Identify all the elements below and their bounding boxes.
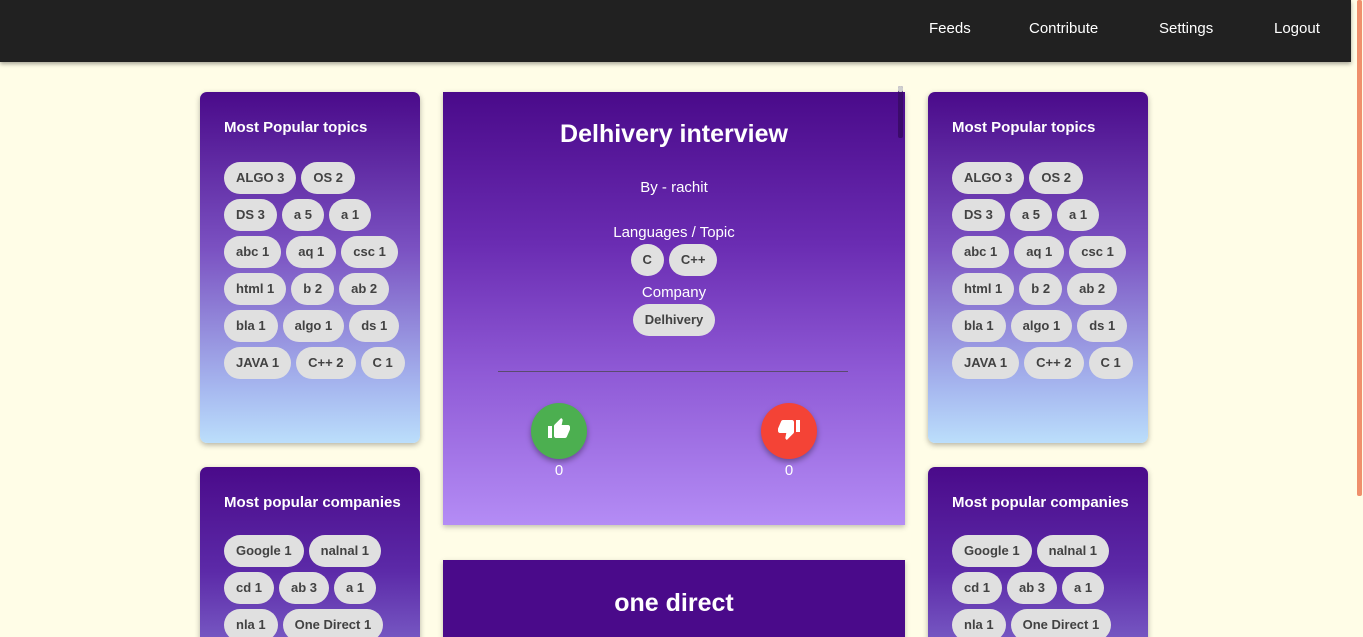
nav-feeds-link[interactable]: Feeds	[929, 20, 971, 37]
company-chip[interactable]: nla 1	[224, 609, 278, 637]
topic-chip[interactable]: aq 1	[286, 236, 337, 268]
company-chip[interactable]: ab 3	[1007, 572, 1058, 604]
topic-chip[interactable]: DS 3	[224, 199, 277, 231]
feed-scrollbar-arrow[interactable]	[898, 86, 903, 92]
topic-chip[interactable]: ALGO 3	[952, 162, 1025, 194]
topic-chip[interactable]: a 5	[281, 199, 324, 231]
topic-chip[interactable]: JAVA 1	[952, 347, 1020, 379]
topic-chip[interactable]: algo 1	[282, 310, 345, 342]
company-chip[interactable]: nalnal 1	[308, 535, 382, 567]
languages-label: Languages / Topic	[613, 224, 735, 241]
right-popular-companies-title: Most popular companies	[952, 494, 1129, 511]
topic-chip[interactable]: ab 2	[339, 273, 390, 305]
topic-chip[interactable]: algo 1	[1010, 310, 1073, 342]
topic-chip[interactable]: html 1	[952, 273, 1015, 305]
post-title: Delhivery interview	[560, 120, 788, 148]
topic-chip[interactable]: aq 1	[1014, 236, 1065, 268]
topic-chip[interactable]: a 1	[328, 199, 372, 231]
thumbs-down-icon	[777, 417, 801, 446]
topic-chip[interactable]: ab 2	[1067, 273, 1118, 305]
nav-logout-link[interactable]: Logout	[1274, 20, 1320, 37]
topic-chip[interactable]: C++ 2	[1024, 347, 1084, 379]
topic-chip[interactable]: JAVA 1	[224, 347, 292, 379]
company-chip[interactable]: nla 1	[952, 609, 1006, 637]
downvote-count: 0	[784, 462, 794, 479]
company-chip[interactable]: cd 1	[952, 572, 1003, 604]
page-scrollbar-thumb[interactable]	[1357, 0, 1362, 496]
company-chip[interactable]: cd 1	[224, 572, 275, 604]
topic-chip[interactable]: a 1	[1056, 199, 1100, 231]
right-topics-chip-list: ALGO 3 OS 2 DS 3 a 5 a 1 abc 1 aq 1 csc …	[952, 162, 1138, 379]
company-chip[interactable]: One Direct 1	[282, 609, 384, 637]
post-card: Delhivery interview By - rachit Language…	[443, 92, 905, 525]
post-divider	[498, 371, 848, 372]
topic-chip[interactable]: csc 1	[341, 236, 398, 268]
company-chip[interactable]: Delhivery	[632, 304, 716, 336]
topic-chip[interactable]: C++ 2	[296, 347, 356, 379]
company-chip[interactable]: Google 1	[952, 535, 1032, 567]
left-companies-chip-list: Google 1 nalnal 1 cd 1 ab 3 a 1 nla 1 On…	[224, 535, 410, 637]
right-popular-companies-card: Most popular companies Google 1 nalnal 1…	[928, 467, 1148, 637]
language-chip[interactable]: C	[630, 244, 664, 276]
thumbs-up-icon	[547, 417, 571, 446]
language-chip-row: C C++	[443, 244, 905, 276]
right-companies-chip-list: Google 1 nalnal 1 cd 1 ab 3 a 1 nla 1 On…	[952, 535, 1138, 637]
topic-chip[interactable]: ds 1	[349, 310, 400, 342]
topic-chip[interactable]: ds 1	[1077, 310, 1128, 342]
company-chip[interactable]: ab 3	[279, 572, 330, 604]
topic-chip[interactable]: html 1	[224, 273, 287, 305]
left-topics-chip-list: ALGO 3 OS 2 DS 3 a 5 a 1 abc 1 aq 1 csc …	[224, 162, 410, 379]
topic-chip[interactable]: bla 1	[224, 310, 278, 342]
company-chip-row: Delhivery	[443, 304, 905, 336]
topic-chip[interactable]: OS 2	[1029, 162, 1084, 194]
upvote-button[interactable]	[531, 403, 587, 459]
topic-chip[interactable]: OS 2	[301, 162, 356, 194]
left-popular-topics-card: Most Popular topics ALGO 3 OS 2 DS 3 a 5…	[200, 92, 420, 443]
topic-chip[interactable]: bla 1	[952, 310, 1006, 342]
company-chip[interactable]: nalnal 1	[1036, 535, 1110, 567]
company-chip[interactable]: a 1	[1062, 572, 1105, 604]
topic-chip[interactable]: ALGO 3	[224, 162, 297, 194]
nav-settings-link[interactable]: Settings	[1159, 20, 1213, 37]
upvote-count: 0	[554, 462, 564, 479]
topic-chip[interactable]: a 5	[1009, 199, 1052, 231]
company-chip[interactable]: Google 1	[224, 535, 304, 567]
topic-chip[interactable]: abc 1	[224, 236, 282, 268]
nav-contribute-link[interactable]: Contribute	[1029, 20, 1098, 37]
left-popular-companies-card: Most popular companies Google 1 nalnal 1…	[200, 467, 420, 637]
company-label: Company	[641, 284, 707, 301]
company-chip[interactable]: a 1	[334, 572, 377, 604]
left-popular-topics-title: Most Popular topics	[224, 119, 368, 136]
language-chip[interactable]: C++	[668, 244, 718, 276]
post-author: By - rachit	[640, 179, 708, 196]
company-chip[interactable]: One Direct 1	[1010, 609, 1112, 637]
top-navbar: Feeds Contribute Settings Logout	[0, 0, 1351, 62]
right-popular-topics-card: Most Popular topics ALGO 3 OS 2 DS 3 a 5…	[928, 92, 1148, 443]
topic-chip[interactable]: C 1	[1088, 347, 1133, 379]
topic-chip[interactable]: abc 1	[952, 236, 1010, 268]
left-popular-companies-title: Most popular companies	[224, 494, 401, 511]
downvote-button[interactable]	[761, 403, 817, 459]
post-card: one direct	[443, 560, 905, 637]
feed-scrollbar-thumb[interactable]	[898, 86, 903, 138]
post-title: one direct	[614, 589, 734, 617]
topic-chip[interactable]: C 1	[360, 347, 405, 379]
topic-chip[interactable]: DS 3	[952, 199, 1005, 231]
right-popular-topics-title: Most Popular topics	[952, 119, 1096, 136]
topic-chip[interactable]: b 2	[1019, 273, 1063, 305]
topic-chip[interactable]: b 2	[291, 273, 335, 305]
topic-chip[interactable]: csc 1	[1069, 236, 1126, 268]
page: Feeds Contribute Settings Logout Most Po…	[0, 0, 1363, 637]
